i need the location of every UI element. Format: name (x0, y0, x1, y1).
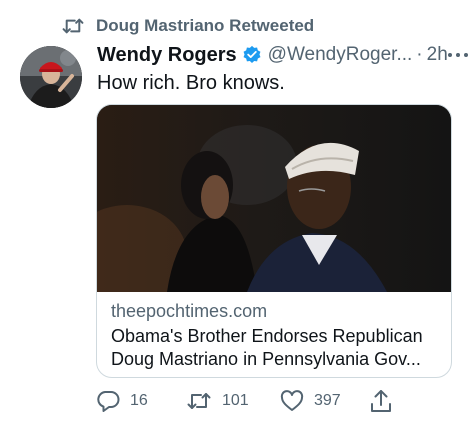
retweet-count: 101 (222, 392, 249, 409)
tweet-time[interactable]: 2h (427, 44, 448, 66)
tweet-text: How rich. Bro knows. (97, 72, 285, 94)
separator-dot: · (416, 44, 423, 65)
verified-badge-icon (242, 45, 262, 65)
reply-count: 16 (130, 392, 148, 409)
author-name[interactable]: Wendy Rogers (97, 44, 237, 67)
more-options-icon[interactable] (447, 53, 472, 57)
card-domain: theepochtimes.com (111, 301, 268, 321)
reply-button[interactable]: 16 (96, 388, 148, 414)
retweet-button[interactable]: 101 (186, 388, 249, 414)
avatar[interactable] (20, 46, 82, 108)
retweet-label: Doug Mastriano Retweeted (96, 16, 315, 35)
card-image (97, 105, 451, 292)
like-count: 397 (314, 392, 341, 409)
card-title: Obama's Brother Endorses Republican Doug… (111, 325, 441, 371)
author-handle[interactable]: @WendyRoger... (268, 44, 413, 66)
card-title-line: Obama's Brother Endorses Republican (111, 326, 423, 346)
tweet-actions: 16 101 397 (96, 388, 396, 414)
reply-icon (96, 390, 120, 412)
share-icon (370, 389, 392, 413)
retweet-action-icon (186, 391, 212, 411)
retweet-icon (62, 16, 86, 36)
tweet-header: Wendy Rogers @WendyRoger... · 2h (97, 42, 468, 68)
share-button[interactable] (370, 388, 392, 414)
like-button[interactable]: 397 (280, 388, 341, 414)
retweet-context[interactable]: Doug Mastriano Retweeted (62, 14, 314, 38)
link-card[interactable]: theepochtimes.com Obama's Brother Endors… (96, 104, 452, 378)
heart-icon (280, 390, 304, 412)
card-title-line: Doug Mastriano in Pennsylvania Gov... (111, 349, 421, 369)
